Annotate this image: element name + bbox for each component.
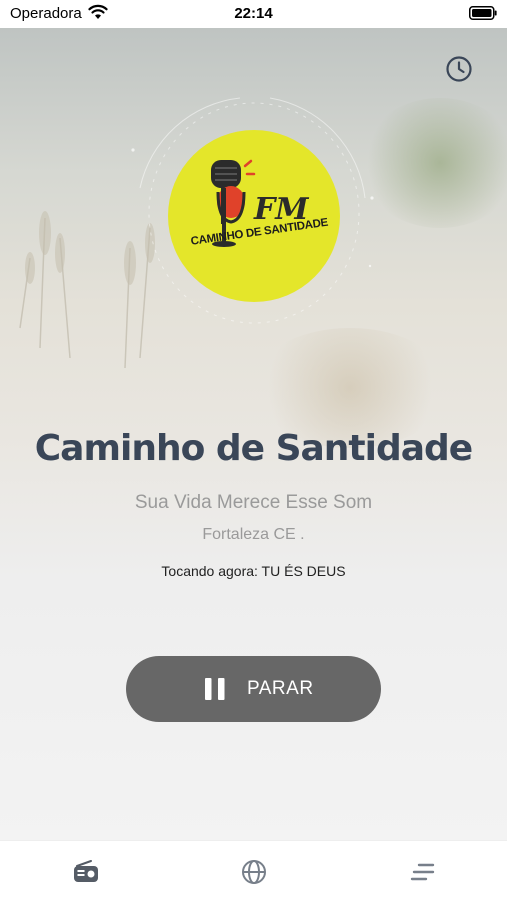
now-playing: Tocando agora: TU ÉS DEUS <box>161 563 346 579</box>
stop-label: PARAR <box>247 678 314 699</box>
clock-icon[interactable] <box>444 54 474 84</box>
radio-icon[interactable] <box>71 857 101 887</box>
station-name: Caminho de Santidade <box>34 428 473 469</box>
battery-icon <box>469 6 497 20</box>
station-slogan: Sua Vida Merece Esse Som <box>134 492 373 513</box>
globe-icon[interactable] <box>239 857 269 887</box>
clock: 22:14 <box>234 5 273 22</box>
tab-bar <box>0 840 507 901</box>
status-bar: Operadora 22:14 <box>0 0 507 28</box>
stop-button[interactable]: PARAR <box>126 656 381 722</box>
station-location: Fortaleza CE . <box>202 526 305 543</box>
station-logo: FM CAMINHO DE SANTIDADE <box>168 130 340 302</box>
menu-icon[interactable] <box>408 857 438 887</box>
pause-icon <box>205 678 225 700</box>
